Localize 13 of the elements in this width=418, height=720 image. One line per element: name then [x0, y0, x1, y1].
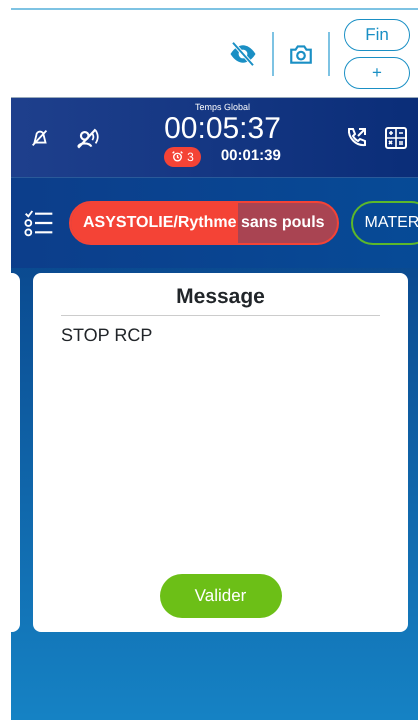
toolbar-button[interactable]: +: [344, 56, 410, 88]
timer-label: Temps Global: [194, 103, 250, 112]
protocol-tab[interactable]: ASYSTOLIE/Rythme sans pouls: [69, 201, 339, 245]
validate-button[interactable]: Valider: [160, 574, 282, 618]
calculator-icon[interactable]: [384, 126, 408, 150]
message-text: STOP RCP: [61, 324, 152, 346]
alarm-badge[interactable]: 3: [164, 146, 201, 166]
alarm-count: 3: [187, 148, 194, 166]
toolbar-button[interactable]: Fin: [344, 18, 410, 50]
cycle-timer: 00:01:39: [220, 146, 281, 166]
alarm-clock-icon: [171, 150, 184, 163]
global-timer: 00:05:37: [164, 112, 281, 146]
dialog-title: Message: [61, 281, 380, 316]
